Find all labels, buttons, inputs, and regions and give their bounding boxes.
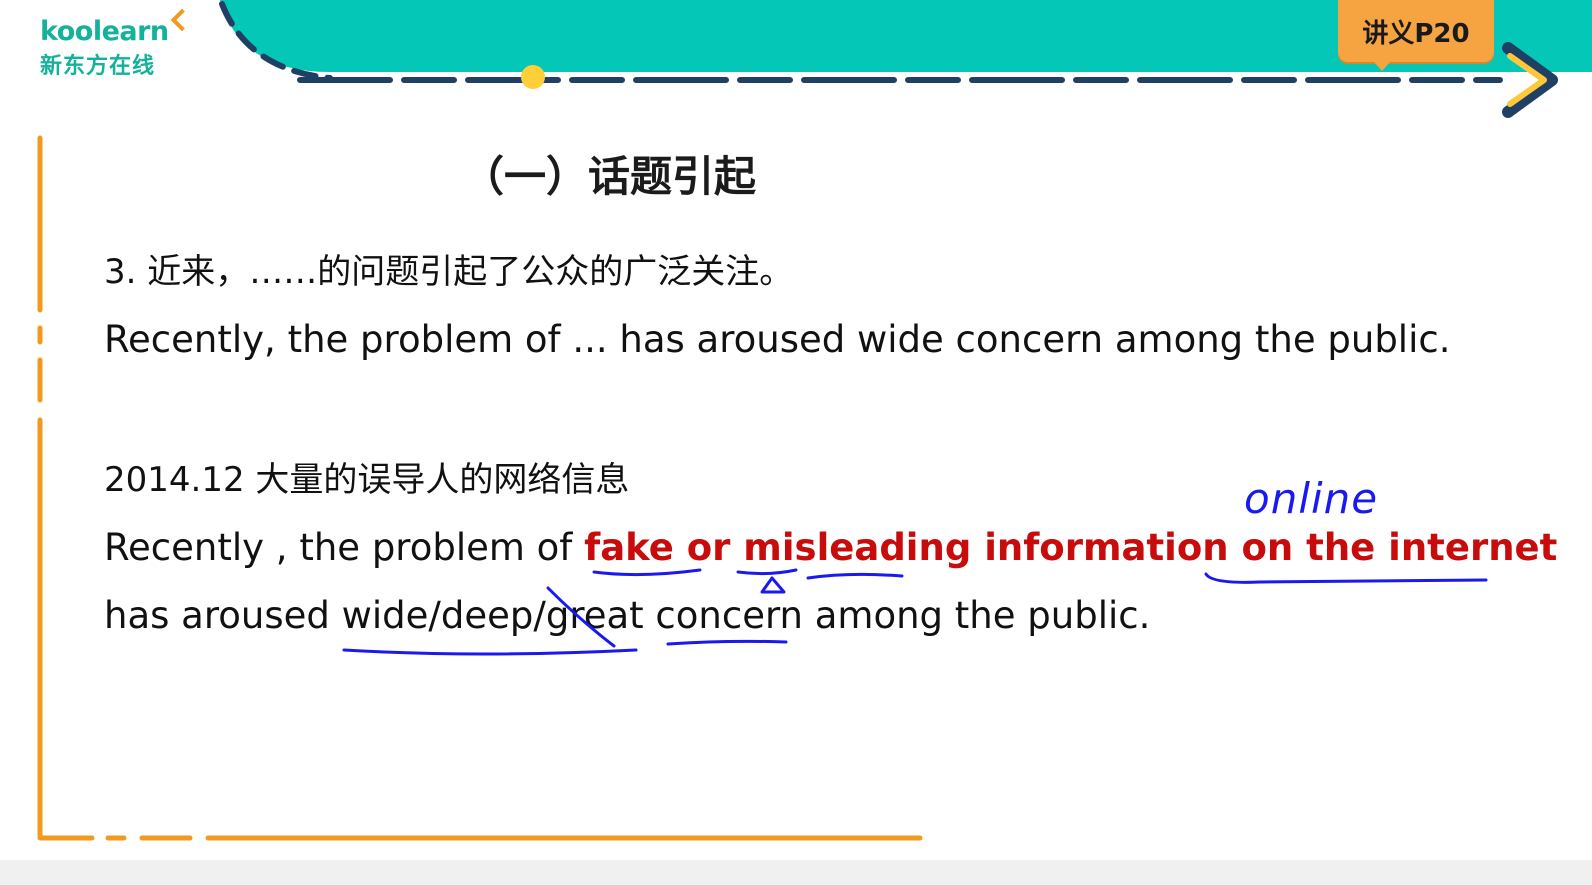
example-prefix: Recently , the problem of (104, 526, 585, 569)
example-chinese: 2014.12 大量的误导人的网络信息 (104, 460, 630, 500)
phrase-english: Recently, the problem of ... has aroused… (104, 318, 1451, 361)
bottom-bar (0, 860, 1592, 885)
example-highlight: fake or misleading information on the in… (584, 526, 1558, 569)
example-english-line2: has aroused wide/deep/great concern amon… (104, 594, 1151, 637)
section-heading: （一）话题引起 (462, 152, 757, 201)
phrase-chinese: 3. 近来，……的问题引起了公众的广泛关注。 (104, 252, 794, 292)
example-english-line1: Recently , the problem of fake or mislea… (104, 526, 1557, 570)
slide-frame (37, 135, 923, 841)
handwritten-note: online (1244, 474, 1379, 523)
